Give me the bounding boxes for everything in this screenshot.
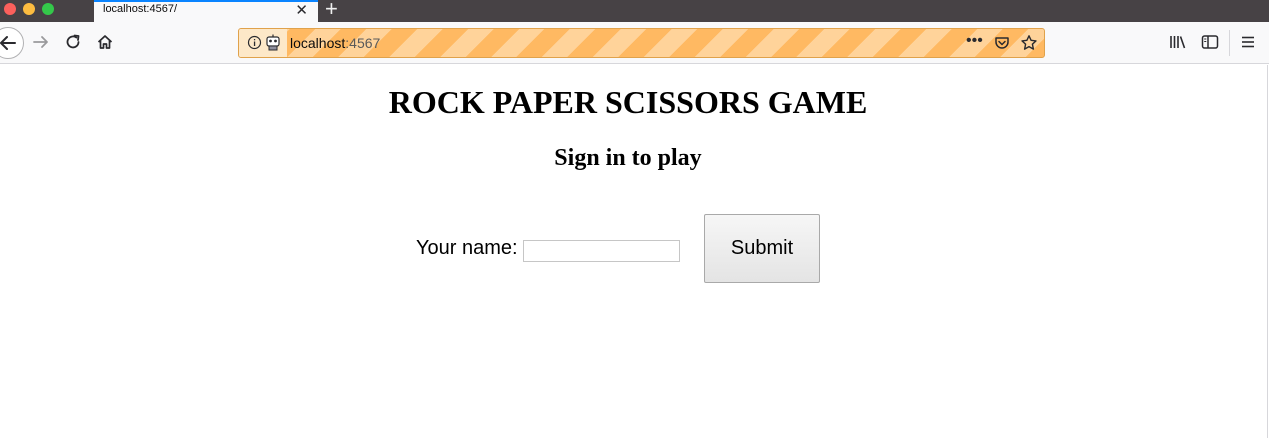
close-icon[interactable]: ✕ [295, 1, 308, 21]
forward-button[interactable] [30, 31, 52, 53]
name-label: Your name: [416, 237, 518, 259]
nav-bar: localhost:4567 ••• [0, 22, 1269, 64]
url-host: localhost [290, 35, 346, 51]
reload-icon [66, 34, 80, 49]
new-tab-button[interactable]: + [325, 0, 338, 21]
bookmark-star-icon[interactable] [1020, 34, 1038, 52]
reload-button[interactable] [62, 31, 84, 53]
tab-strip: localhost:4567/ ✕ + [0, 0, 1269, 22]
sidebar-icon [1201, 35, 1219, 49]
open-menu-button[interactable] [1238, 32, 1258, 52]
back-arrow-icon [0, 36, 16, 50]
zoom-window-button[interactable] [42, 3, 54, 15]
page-content: ROCK PAPER SCISSORS GAME Sign in to play… [0, 65, 1268, 438]
forward-arrow-icon [33, 36, 48, 48]
library-icon [1170, 36, 1186, 49]
page-subtitle: Sign in to play [554, 145, 702, 171]
hamburger-menu-icon [1242, 36, 1254, 48]
tab-title: localhost:4567/ [103, 3, 177, 15]
sidebar-button[interactable] [1200, 32, 1220, 52]
page-actions-menu-icon[interactable]: ••• [966, 32, 983, 50]
submit-button[interactable]: Submit [704, 214, 820, 283]
tab-localhost[interactable]: localhost:4567/ ✕ [94, 0, 318, 22]
close-window-button[interactable] [4, 3, 16, 15]
robot-icon[interactable] [264, 34, 282, 52]
home-icon [97, 35, 113, 49]
url-bar[interactable]: localhost:4567 ••• [238, 28, 1045, 58]
page-title: ROCK PAPER SCISSORS GAME [388, 84, 868, 120]
info-icon[interactable] [247, 35, 262, 50]
url-port: :4567 [345, 35, 381, 51]
library-button[interactable] [1168, 32, 1188, 52]
pocket-icon[interactable] [994, 35, 1010, 51]
name-input[interactable] [523, 240, 680, 262]
back-button[interactable] [0, 27, 24, 59]
minimize-window-button[interactable] [23, 3, 35, 15]
home-button[interactable] [94, 31, 116, 53]
url-text[interactable]: localhost:4567 [290, 35, 380, 51]
toolbar-separator [1229, 30, 1230, 56]
